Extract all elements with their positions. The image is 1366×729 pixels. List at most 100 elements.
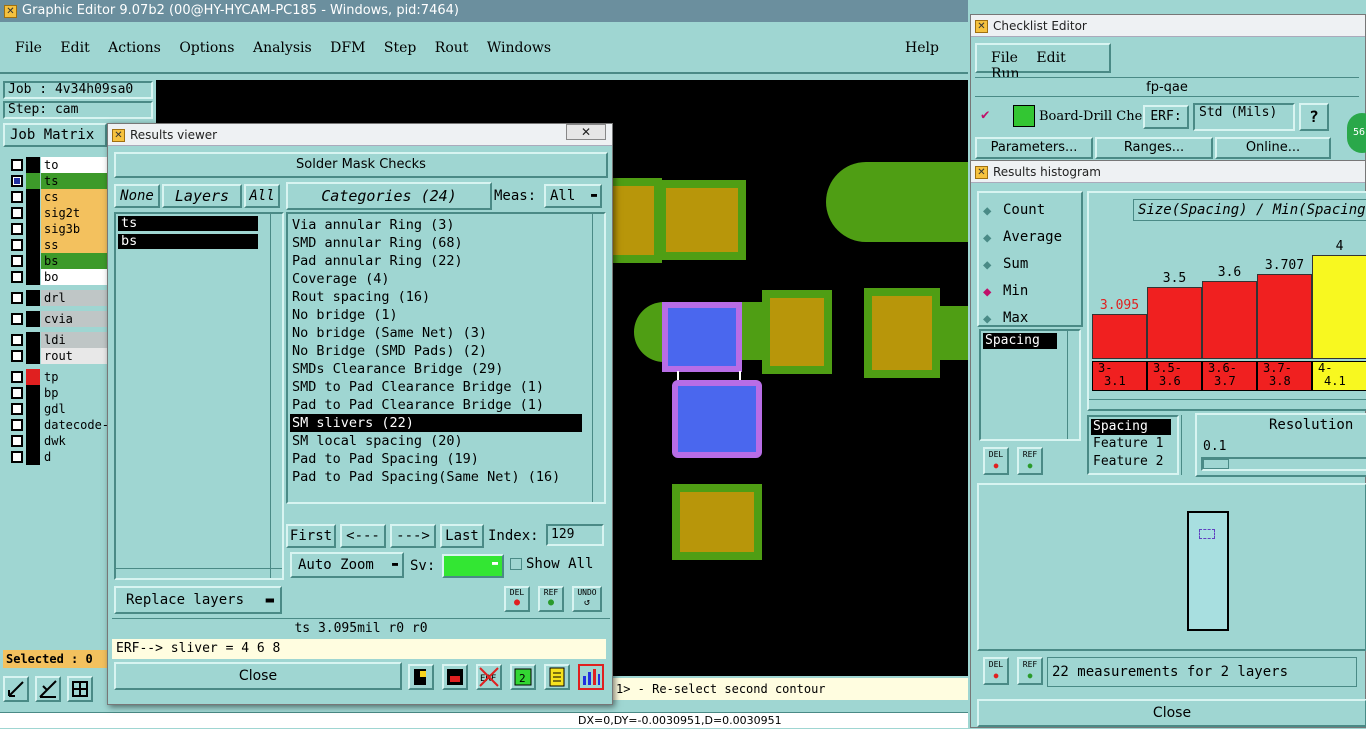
layer-name[interactable]: ldi: [41, 332, 107, 348]
hist-del-button[interactable]: DEL ●: [983, 447, 1009, 475]
categories-tab[interactable]: Categories (24): [286, 182, 492, 210]
layer-row[interactable]: d: [11, 449, 107, 465]
histogram-bar[interactable]: [1257, 274, 1312, 359]
close-button[interactable]: Close: [114, 662, 402, 690]
layer-name[interactable]: bs: [41, 253, 107, 269]
category-item[interactable]: No bridge (Same Net) (3): [290, 324, 582, 342]
check-mark-icon[interactable]: ✔: [981, 107, 989, 123]
first-button[interactable]: First: [286, 524, 336, 548]
category-item[interactable]: SM local spacing (20): [290, 432, 582, 450]
layer-result-item[interactable]: bs: [118, 234, 258, 249]
category-item[interactable]: No bridge (1): [290, 306, 582, 324]
layer-name[interactable]: sig2t: [41, 205, 107, 221]
next-button[interactable]: --->: [390, 524, 436, 548]
mode-radio-min[interactable]: ◆ Min: [979, 278, 1081, 305]
checklist-menu-file[interactable]: File: [991, 50, 1018, 66]
menu-help[interactable]: Help: [905, 40, 939, 56]
layer-name[interactable]: drl: [41, 290, 107, 306]
layer-row[interactable]: cs: [11, 189, 107, 205]
category-item[interactable]: Pad to Pad Spacing(Same Net) (16): [290, 468, 582, 486]
category-item[interactable]: SMD to Pad Clearance Bridge (1): [290, 378, 582, 396]
layer-checkbox[interactable]: [11, 207, 23, 219]
category-item[interactable]: Coverage (4): [290, 270, 582, 288]
menu-windows[interactable]: Windows: [487, 40, 551, 56]
layer-row[interactable]: bo: [11, 269, 107, 285]
layer-row[interactable]: to: [11, 157, 107, 173]
layer-row[interactable]: rout: [11, 348, 107, 364]
field-item[interactable]: Feature 1: [1091, 435, 1175, 453]
layer-checkbox[interactable]: [11, 271, 23, 283]
checklist-menu-edit[interactable]: Edit: [1036, 50, 1065, 66]
category-list[interactable]: Via annular Ring (3) SMD annular Ring (68…: [286, 212, 606, 504]
layer-checkbox[interactable]: [11, 159, 23, 171]
layer-name[interactable]: d: [41, 449, 107, 465]
layer-name[interactable]: dwk: [41, 433, 107, 449]
measure-tool-icon[interactable]: [35, 676, 61, 702]
layer-name[interactable]: cs: [41, 189, 107, 205]
hist-ref-button[interactable]: REF ●: [1017, 447, 1043, 475]
category-item[interactable]: Via annular Ring (3): [290, 216, 582, 234]
menu-dfm[interactable]: DFM: [330, 40, 365, 56]
undo-button[interactable]: UNDO ↺: [572, 586, 602, 612]
layer-row[interactable]: ts: [11, 173, 107, 189]
histogram-bar[interactable]: [1312, 255, 1366, 359]
layer-row[interactable]: sig3b: [11, 221, 107, 237]
layer-name[interactable]: datecode-: [41, 417, 109, 433]
notes-icon[interactable]: [544, 664, 570, 690]
layer-checkbox[interactable]: [11, 292, 23, 304]
histogram-item-list[interactable]: Spacing: [979, 329, 1081, 441]
menu-edit[interactable]: Edit: [60, 40, 89, 56]
layer-name[interactable]: bo: [41, 269, 107, 285]
hist-ref-button-2[interactable]: REF ●: [1017, 657, 1043, 685]
help-button[interactable]: ?: [1299, 103, 1329, 131]
mode-radio-count[interactable]: ◆ Count: [979, 197, 1081, 224]
online-button[interactable]: Online...: [1215, 137, 1331, 159]
hist-del-button-2[interactable]: DEL ●: [983, 657, 1009, 685]
menu-rout[interactable]: Rout: [435, 40, 469, 56]
layer-name[interactable]: cvia: [41, 311, 107, 327]
menu-options[interactable]: Options: [179, 40, 234, 56]
close-window-button[interactable]: ✕: [566, 124, 606, 140]
layer-row[interactable]: cvia: [11, 311, 107, 327]
layer-checkbox[interactable]: [11, 239, 23, 251]
slider-thumb[interactable]: [1203, 459, 1229, 469]
layer-checkbox[interactable]: [11, 435, 23, 447]
layer-icon[interactable]: [408, 664, 434, 690]
field-list[interactable]: Spacing Feature 1 Feature 2: [1087, 415, 1179, 475]
units-field[interactable]: Std (Mils): [1193, 103, 1295, 131]
ref-button[interactable]: REF ●: [538, 586, 564, 612]
layer-name[interactable]: tp: [41, 369, 107, 385]
layer-list-hscroll[interactable]: [116, 568, 282, 578]
layer-row[interactable]: sig2t: [11, 205, 107, 221]
layer-checkbox[interactable]: [11, 387, 23, 399]
category-scrollbar[interactable]: [592, 214, 604, 502]
histogram-icon[interactable]: [578, 664, 604, 690]
meas-dropdown[interactable]: All ▬: [544, 184, 602, 208]
zoom-tool-icon[interactable]: [3, 676, 29, 702]
layer-name[interactable]: sig3b: [41, 221, 107, 237]
all-button[interactable]: All: [244, 184, 280, 208]
layer-checkbox[interactable]: [11, 419, 23, 431]
grid-tool-icon[interactable]: [67, 676, 93, 702]
layer-row[interactable]: tp: [11, 369, 107, 385]
category-item[interactable]: SM slivers (22): [290, 414, 582, 432]
layer-list-scrollbar[interactable]: [270, 214, 282, 578]
layer-checkbox[interactable]: [11, 334, 23, 346]
layer-checkbox[interactable]: [11, 191, 23, 203]
severity-color-dropdown[interactable]: ▬: [442, 554, 504, 578]
category-item[interactable]: Pad to Pad Spacing (19): [290, 450, 582, 468]
layer-row[interactable]: ss: [11, 237, 107, 253]
none-button[interactable]: None: [114, 184, 160, 208]
layer-name[interactable]: rout: [41, 348, 107, 364]
erf-icon[interactable]: ERF: [476, 664, 502, 690]
histogram-list-item[interactable]: Spacing: [983, 333, 1057, 349]
del-button[interactable]: DEL ●: [504, 586, 530, 612]
step-icon[interactable]: 2: [510, 664, 536, 690]
layer-checkbox[interactable]: [11, 175, 23, 187]
layer-name[interactable]: gdl: [41, 401, 107, 417]
layer-checkbox[interactable]: [11, 255, 23, 267]
layer-checkbox[interactable]: [11, 350, 23, 362]
action-name[interactable]: Board-Drill Che: [1039, 109, 1142, 124]
category-item[interactable]: Rout spacing (16): [290, 288, 582, 306]
menu-analysis[interactable]: Analysis: [253, 40, 312, 56]
